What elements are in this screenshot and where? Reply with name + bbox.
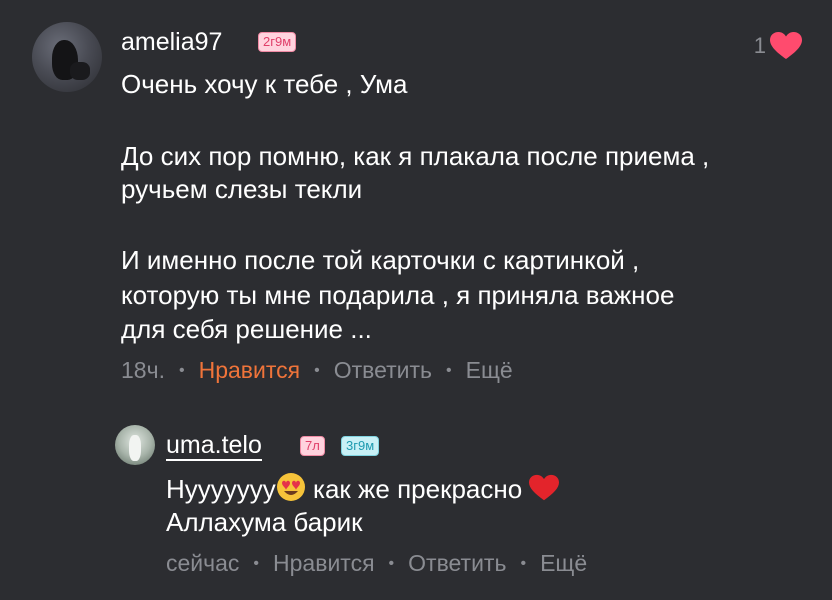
reply-avatar[interactable]: [115, 425, 155, 465]
separator-dot: •: [446, 361, 452, 379]
comment-time: 18ч.: [121, 357, 165, 383]
comment-actions: 18ч. • Нравится • Ответить • Ещё: [121, 357, 513, 384]
separator-dot: •: [253, 554, 260, 572]
account-age-badge: 3г9м: [341, 436, 380, 456]
avatar[interactable]: [32, 22, 102, 92]
reply-text-end: как же прекрасно: [305, 474, 530, 504]
comment-line: которую ты мне подарила , я приняла важн…: [121, 280, 675, 310]
separator-dot: •: [388, 554, 395, 572]
reply-button[interactable]: Ответить: [408, 550, 506, 577]
more-button[interactable]: Ещё: [540, 550, 587, 577]
avatar-figure-detail: [70, 62, 90, 80]
age-badge: 7л: [300, 436, 325, 456]
separator-dot: •: [314, 361, 320, 379]
separator-dot: •: [520, 554, 527, 572]
reply-username[interactable]: uma.telo: [166, 431, 262, 461]
heart-icon[interactable]: [770, 32, 802, 60]
comment-line: До сих пор помню, как я плакала после пр…: [121, 141, 710, 171]
separator-dot: •: [178, 361, 185, 379]
reply-line: Аллахума барик: [166, 507, 363, 537]
like-button[interactable]: Нравится: [273, 550, 375, 577]
reply-button[interactable]: Ответить: [334, 357, 432, 384]
like-count: 1: [753, 33, 766, 58]
comment-like-counter[interactable]: 1: [754, 32, 802, 60]
reply-time: сейчас: [166, 550, 240, 576]
comment-username[interactable]: amelia97: [121, 28, 222, 57]
comment-line: Очень хочу к тебе , Ума: [121, 69, 408, 99]
reply-actions: сейчас • Нравится • Ответить • Ещё: [166, 550, 587, 577]
comment-line: ручьем слезы текли: [121, 174, 363, 204]
comment-line: И именно после той карточки с картинкой …: [121, 245, 640, 275]
more-button[interactable]: Ещё: [466, 357, 513, 384]
comment-line: для себя решение ...: [121, 314, 372, 344]
heart-eyes-emoji-icon: [276, 473, 305, 501]
like-button[interactable]: Нравится: [199, 357, 301, 384]
reply-text-start: Нуууууyy: [166, 474, 276, 504]
account-age-badge: 2г9м: [258, 32, 297, 52]
reply-line: Нуууууyy как же прекрасно: [166, 472, 560, 506]
avatar-figure: [129, 435, 141, 461]
red-heart-emoji-icon: [529, 474, 560, 501]
